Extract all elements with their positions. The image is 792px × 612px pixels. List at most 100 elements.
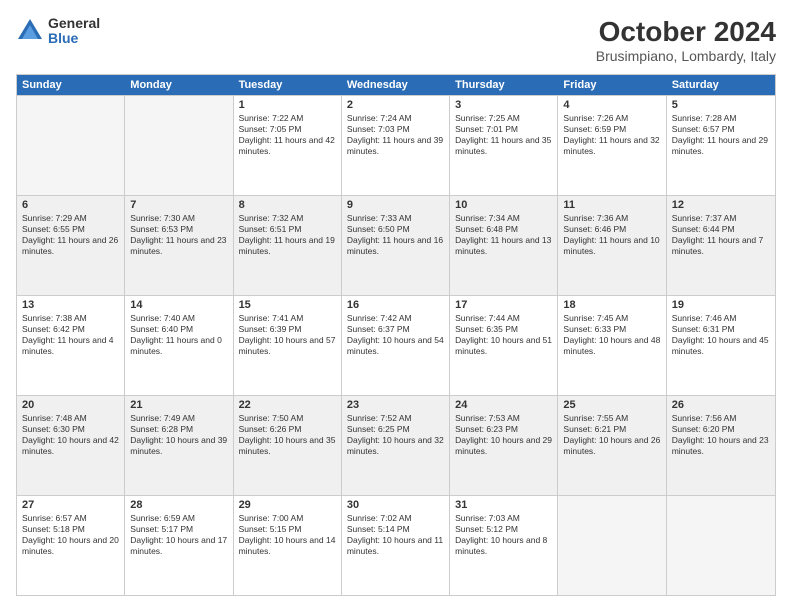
calendar-row: 6Sunrise: 7:29 AMSunset: 6:55 PMDaylight… <box>17 195 775 295</box>
sunset-time: Sunset: 6:28 PM <box>130 424 227 435</box>
sunrise-time: Sunrise: 7:25 AM <box>455 113 552 124</box>
sunrise-time: Sunrise: 7:32 AM <box>239 213 336 224</box>
daylight-hours: Daylight: 11 hours and 16 minutes. <box>347 235 444 257</box>
sunset-time: Sunset: 6:42 PM <box>22 324 119 335</box>
day-number: 26 <box>672 399 770 411</box>
sunrise-time: Sunrise: 7:55 AM <box>563 413 660 424</box>
day-number: 7 <box>130 199 227 211</box>
day-number: 2 <box>347 99 444 111</box>
calendar-cell <box>558 496 666 595</box>
logo-icon <box>16 17 44 45</box>
sunrise-time: Sunrise: 7:30 AM <box>130 213 227 224</box>
calendar-body: 1Sunrise: 7:22 AMSunset: 7:05 PMDaylight… <box>17 95 775 595</box>
calendar-cell: 4Sunrise: 7:26 AMSunset: 6:59 PMDaylight… <box>558 96 666 195</box>
calendar-cell <box>17 96 125 195</box>
daylight-hours: Daylight: 11 hours and 26 minutes. <box>22 235 119 257</box>
sunset-time: Sunset: 6:35 PM <box>455 324 552 335</box>
sunrise-time: Sunrise: 7:28 AM <box>672 113 770 124</box>
sunrise-time: Sunrise: 7:22 AM <box>239 113 336 124</box>
calendar-header-cell: Thursday <box>450 75 558 95</box>
daylight-hours: Daylight: 11 hours and 39 minutes. <box>347 135 444 157</box>
calendar-cell: 29Sunrise: 7:00 AMSunset: 5:15 PMDayligh… <box>234 496 342 595</box>
calendar-header-cell: Wednesday <box>342 75 450 95</box>
logo-text: General Blue <box>48 16 100 47</box>
day-number: 1 <box>239 99 336 111</box>
daylight-hours: Daylight: 10 hours and 20 minutes. <box>22 535 119 557</box>
sunrise-time: Sunrise: 7:40 AM <box>130 313 227 324</box>
day-number: 9 <box>347 199 444 211</box>
sunrise-time: Sunrise: 6:57 AM <box>22 513 119 524</box>
calendar-row: 20Sunrise: 7:48 AMSunset: 6:30 PMDayligh… <box>17 395 775 495</box>
calendar-cell: 18Sunrise: 7:45 AMSunset: 6:33 PMDayligh… <box>558 296 666 395</box>
calendar-cell: 21Sunrise: 7:49 AMSunset: 6:28 PMDayligh… <box>125 396 233 495</box>
sunset-time: Sunset: 6:33 PM <box>563 324 660 335</box>
day-number: 14 <box>130 299 227 311</box>
logo-general: General <box>48 16 100 31</box>
calendar-cell <box>667 496 775 595</box>
day-number: 23 <box>347 399 444 411</box>
sunrise-time: Sunrise: 7:00 AM <box>239 513 336 524</box>
day-number: 22 <box>239 399 336 411</box>
calendar-cell: 3Sunrise: 7:25 AMSunset: 7:01 PMDaylight… <box>450 96 558 195</box>
day-number: 19 <box>672 299 770 311</box>
sunrise-time: Sunrise: 7:42 AM <box>347 313 444 324</box>
sunrise-time: Sunrise: 7:36 AM <box>563 213 660 224</box>
sunset-time: Sunset: 6:50 PM <box>347 224 444 235</box>
day-number: 10 <box>455 199 552 211</box>
calendar-cell: 2Sunrise: 7:24 AMSunset: 7:03 PMDaylight… <box>342 96 450 195</box>
day-number: 25 <box>563 399 660 411</box>
sunrise-time: Sunrise: 7:29 AM <box>22 213 119 224</box>
title-block: October 2024 Brusimpiano, Lombardy, Ital… <box>596 16 776 64</box>
sunset-time: Sunset: 6:21 PM <box>563 424 660 435</box>
sunset-time: Sunset: 5:17 PM <box>130 524 227 535</box>
daylight-hours: Daylight: 11 hours and 13 minutes. <box>455 235 552 257</box>
sunrise-time: Sunrise: 7:48 AM <box>22 413 119 424</box>
daylight-hours: Daylight: 11 hours and 0 minutes. <box>130 335 227 357</box>
day-number: 11 <box>563 199 660 211</box>
sunrise-time: Sunrise: 7:24 AM <box>347 113 444 124</box>
calendar-cell: 22Sunrise: 7:50 AMSunset: 6:26 PMDayligh… <box>234 396 342 495</box>
sunset-time: Sunset: 6:48 PM <box>455 224 552 235</box>
daylight-hours: Daylight: 11 hours and 32 minutes. <box>563 135 660 157</box>
daylight-hours: Daylight: 10 hours and 8 minutes. <box>455 535 552 557</box>
sunset-time: Sunset: 6:40 PM <box>130 324 227 335</box>
day-number: 17 <box>455 299 552 311</box>
page-title: October 2024 <box>596 16 776 48</box>
calendar-cell: 10 Sunrise: 7:34 AMSunset: 6:48 PMDayligh… <box>450 196 558 295</box>
calendar-cell: 13Sunrise: 7:38 AMSunset: 6:42 PMDayligh… <box>17 296 125 395</box>
daylight-hours: Daylight: 11 hours and 19 minutes. <box>239 235 336 257</box>
sunrise-time: Sunrise: 7:34 AM <box>455 213 552 224</box>
calendar-header-cell: Tuesday <box>234 75 342 95</box>
sunset-time: Sunset: 6:44 PM <box>672 224 770 235</box>
calendar-cell: 25Sunrise: 7:55 AMSunset: 6:21 PMDayligh… <box>558 396 666 495</box>
calendar-cell: 20Sunrise: 7:48 AMSunset: 6:30 PMDayligh… <box>17 396 125 495</box>
day-number: 16 <box>347 299 444 311</box>
sunrise-time: Sunrise: 7:56 AM <box>672 413 770 424</box>
sunrise-time: Sunrise: 7:03 AM <box>455 513 552 524</box>
calendar-cell: 27Sunrise: 6:57 AMSunset: 5:18 PMDayligh… <box>17 496 125 595</box>
calendar-header-cell: Saturday <box>667 75 775 95</box>
calendar-cell: 28Sunrise: 6:59 AMSunset: 5:17 PMDayligh… <box>125 496 233 595</box>
daylight-hours: Daylight: 10 hours and 51 minutes. <box>455 335 552 357</box>
day-number: 13 <box>22 299 119 311</box>
sunrise-time: Sunrise: 7:37 AM <box>672 213 770 224</box>
sunrise-time: Sunrise: 7:38 AM <box>22 313 119 324</box>
calendar-row: 1Sunrise: 7:22 AMSunset: 7:05 PMDaylight… <box>17 95 775 195</box>
sunset-time: Sunset: 6:53 PM <box>130 224 227 235</box>
sunset-time: Sunset: 5:12 PM <box>455 524 552 535</box>
day-number: 28 <box>130 499 227 511</box>
sunset-time: Sunset: 7:01 PM <box>455 124 552 135</box>
day-number: 29 <box>239 499 336 511</box>
calendar-cell <box>125 96 233 195</box>
day-number: 6 <box>22 199 119 211</box>
daylight-hours: Daylight: 10 hours and 57 minutes. <box>239 335 336 357</box>
calendar-cell: 23Sunrise: 7:52 AMSunset: 6:25 PMDayligh… <box>342 396 450 495</box>
sunset-time: Sunset: 6:25 PM <box>347 424 444 435</box>
sunset-time: Sunset: 6:51 PM <box>239 224 336 235</box>
daylight-hours: Daylight: 10 hours and 42 minutes. <box>22 435 119 457</box>
calendar-cell: 17Sunrise: 7:44 AMSunset: 6:35 PMDayligh… <box>450 296 558 395</box>
daylight-hours: Daylight: 10 hours and 39 minutes. <box>130 435 227 457</box>
day-number: 12 <box>672 199 770 211</box>
daylight-hours: Daylight: 11 hours and 35 minutes. <box>455 135 552 157</box>
calendar-cell: 11Sunrise: 7:36 AMSunset: 6:46 PMDayligh… <box>558 196 666 295</box>
